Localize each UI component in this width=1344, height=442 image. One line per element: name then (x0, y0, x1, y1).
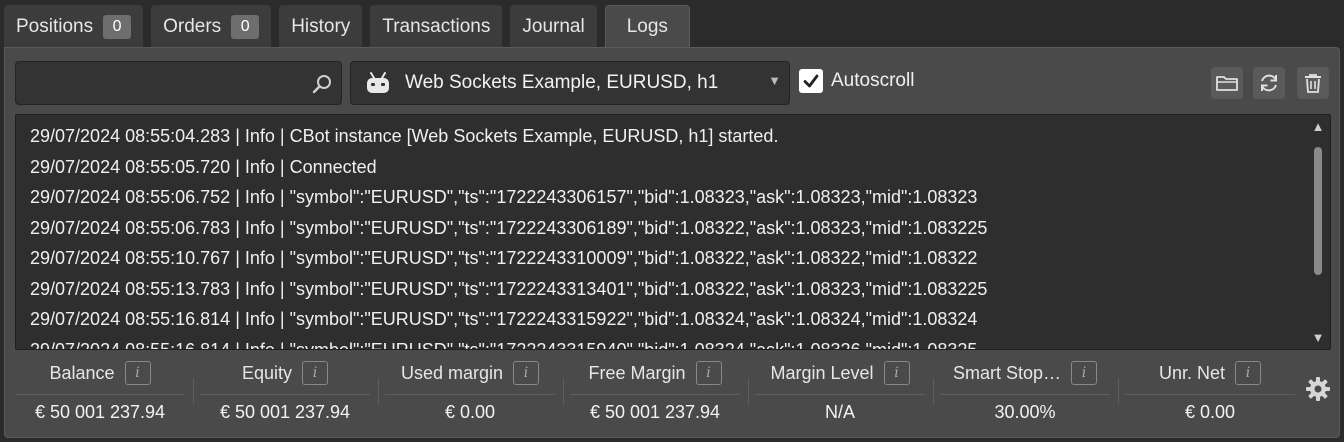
search-input[interactable] (16, 62, 341, 104)
stat-label: Balance (49, 362, 115, 383)
log-output[interactable]: 29/07/2024 08:55:04.283 | Info | CBot in… (15, 114, 1331, 350)
log-line: 29/07/2024 08:55:04.283 | Info | CBot in… (30, 126, 779, 146)
log-lines: 29/07/2024 08:55:04.283 | Info | CBot in… (30, 121, 1290, 350)
stat-value: € 50 001 237.94 (34, 402, 166, 422)
divider (385, 394, 555, 395)
log-line: 29/07/2024 08:55:05.720 | Info | Connect… (30, 156, 377, 177)
stat-smart-stop: Smart Stop… i 30.00% (940, 358, 1110, 428)
stat-label: Free Margin (588, 362, 686, 383)
chevron-down-icon: ▼ (768, 73, 781, 88)
stat-label: Equity (241, 362, 293, 383)
divider (748, 378, 749, 404)
divider (193, 378, 194, 404)
tab-journal[interactable]: Journal (510, 5, 597, 48)
logs-toolbar: Web Sockets Example, EURUSD, h1 ▼ Autosc… (15, 61, 1329, 105)
tab-transactions[interactable]: Transactions (370, 5, 503, 48)
scroll-down-icon[interactable]: ▼ (1310, 330, 1326, 345)
info-icon[interactable]: i (1235, 361, 1262, 385)
tab-label: Transactions (382, 15, 491, 37)
clear-logs-button[interactable] (1297, 67, 1329, 99)
tab-label: History (291, 15, 351, 37)
divider (563, 378, 564, 404)
log-line: 29/07/2024 08:55:10.767 | Info | "symbol… (30, 248, 978, 268)
folder-icon (1216, 76, 1238, 91)
divider (200, 394, 370, 395)
log-line: 29/07/2024 08:55:06.752 | Info | "symbol… (30, 187, 978, 207)
bot-icon (367, 72, 389, 93)
stat-label: Smart Stop… (952, 362, 1062, 383)
stat-label: Unr. Net (1158, 362, 1226, 383)
info-icon[interactable]: i (1071, 361, 1098, 385)
log-line: 29/07/2024 08:55:13.783 | Info | "symbol… (30, 278, 988, 299)
search-box (15, 61, 342, 105)
divider (1118, 378, 1119, 404)
tab-history[interactable]: History (279, 5, 363, 48)
scroll-up-icon[interactable]: ▲ (1310, 119, 1326, 134)
tab-orders[interactable]: Orders 0 (151, 5, 272, 48)
info-icon[interactable]: i (302, 361, 329, 385)
divider (755, 394, 925, 395)
cbot-instance-select[interactable]: Web Sockets Example, EURUSD, h1 ▼ (350, 61, 790, 105)
refresh-icon (1261, 74, 1277, 92)
tab-bar: Positions 0 Orders 0 History Transaction… (4, 5, 690, 48)
info-icon[interactable]: i (513, 361, 540, 385)
stat-equity: Equity i € 50 001 237.94 (200, 358, 370, 428)
logs-panel: Web Sockets Example, EURUSD, h1 ▼ Autosc… (4, 47, 1340, 438)
stat-value: 30.00% (994, 402, 1056, 422)
gear-icon[interactable] (1305, 376, 1331, 402)
count-badge: 0 (103, 14, 132, 39)
log-line: 29/07/2024 08:55:16.814 | Info | "symbol… (30, 339, 978, 350)
account-stats-bar: Balance i € 50 001 237.94 Equity i € 50 00… (15, 358, 1331, 428)
tab-logs[interactable]: Logs (604, 5, 690, 48)
selected-cbot-label: Web Sockets Example, EURUSD, h1 (405, 72, 719, 93)
info-icon[interactable]: i (883, 361, 910, 385)
stat-label: Used margin (400, 362, 504, 383)
search-icon[interactable] (311, 73, 333, 95)
stat-margin-level: Margin Level i N/A (755, 358, 925, 428)
stat-value: N/A (824, 402, 855, 422)
divider (378, 378, 379, 404)
trash-icon (1305, 74, 1321, 93)
refresh-button[interactable] (1253, 67, 1285, 99)
divider (933, 378, 934, 404)
tab-label: Journal (522, 15, 585, 37)
divider (15, 394, 185, 395)
tab-positions[interactable]: Positions 0 (4, 5, 144, 48)
divider (940, 394, 1110, 395)
count-badge: 0 (231, 14, 260, 39)
divider (1125, 394, 1295, 395)
open-folder-button[interactable] (1211, 67, 1243, 99)
tab-label: Orders (163, 15, 222, 37)
tab-label: Positions (16, 15, 94, 37)
log-line: 29/07/2024 08:55:06.783 | Info | "symbol… (30, 217, 988, 238)
stat-value: € 50 001 237.94 (219, 402, 351, 422)
stat-label: Margin Level (770, 362, 874, 383)
vertical-scrollbar[interactable]: ▲ ▼ (1310, 119, 1326, 345)
tab-label: Logs (626, 16, 668, 37)
stat-value: € 0.00 (1184, 402, 1236, 422)
autoscroll-toggle[interactable]: Autoscroll (799, 69, 914, 93)
log-line: 29/07/2024 08:55:16.814 | Info | "symbol… (30, 309, 978, 329)
stat-balance: Balance i € 50 001 237.94 (15, 358, 185, 428)
info-icon[interactable]: i (695, 361, 722, 385)
stat-value: € 50 001 237.94 (589, 402, 721, 422)
stat-value: € 0.00 (444, 402, 496, 422)
autoscroll-label: Autoscroll (831, 70, 915, 91)
stat-unrealized-net: Unr. Net i € 0.00 (1125, 358, 1295, 428)
info-icon[interactable]: i (124, 361, 151, 385)
divider (570, 394, 740, 395)
check-icon (803, 74, 819, 88)
scrollbar-thumb[interactable] (1314, 147, 1322, 275)
autoscroll-checkbox[interactable] (799, 69, 823, 93)
stat-free-margin: Free Margin i € 50 001 237.94 (570, 358, 740, 428)
stat-used-margin: Used margin i € 0.00 (385, 358, 555, 428)
